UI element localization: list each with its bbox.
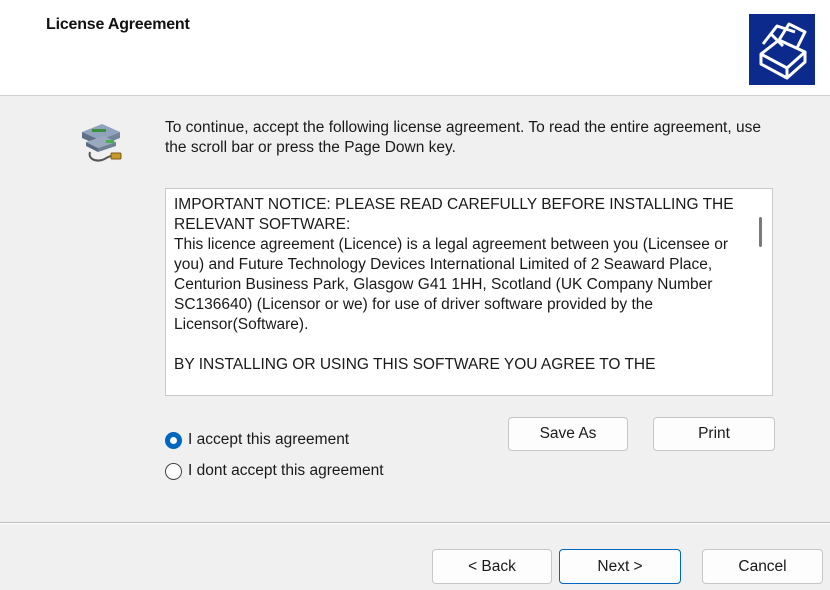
back-button[interactable]: < Back	[432, 549, 552, 584]
footer-divider-highlight	[0, 523, 830, 524]
license-text-area[interactable]: IMPORTANT NOTICE: PLEASE READ CAREFULLY …	[165, 188, 773, 396]
decline-radio-option[interactable]: I dont accept this agreement	[165, 460, 384, 482]
radio-unchecked-icon[interactable]	[165, 462, 182, 480]
page-title: License Agreement	[46, 16, 190, 33]
print-button[interactable]: Print	[653, 417, 775, 451]
save-as-button[interactable]: Save As	[508, 417, 628, 451]
license-paragraph: IMPORTANT NOTICE: PLEASE READ CAREFULLY …	[174, 196, 734, 233]
wizard-header: License Agreement	[0, 0, 830, 95]
license-scrollbar[interactable]	[754, 191, 768, 393]
license-paragraph: This licence agreement (Licence) is a le…	[174, 236, 728, 333]
license-paragraph: BY INSTALLING OR USING THIS SOFTWARE YOU…	[174, 356, 656, 373]
license-content: IMPORTANT NOTICE: PLEASE READ CAREFULLY …	[174, 195, 742, 375]
header-divider	[0, 95, 830, 96]
cancel-button[interactable]: Cancel	[702, 549, 823, 584]
scrollbar-thumb[interactable]	[759, 217, 762, 247]
setup-computer-icon	[76, 118, 128, 166]
radio-checked-icon[interactable]	[165, 431, 182, 449]
decline-radio-label[interactable]: I dont accept this agreement	[188, 462, 384, 480]
installer-box-icon	[749, 14, 815, 85]
accept-radio-label[interactable]: I accept this agreement	[188, 431, 349, 449]
next-button[interactable]: Next >	[559, 549, 681, 584]
instructions-text: To continue, accept the following licens…	[165, 119, 761, 156]
accept-radio-option[interactable]: I accept this agreement	[165, 429, 349, 451]
